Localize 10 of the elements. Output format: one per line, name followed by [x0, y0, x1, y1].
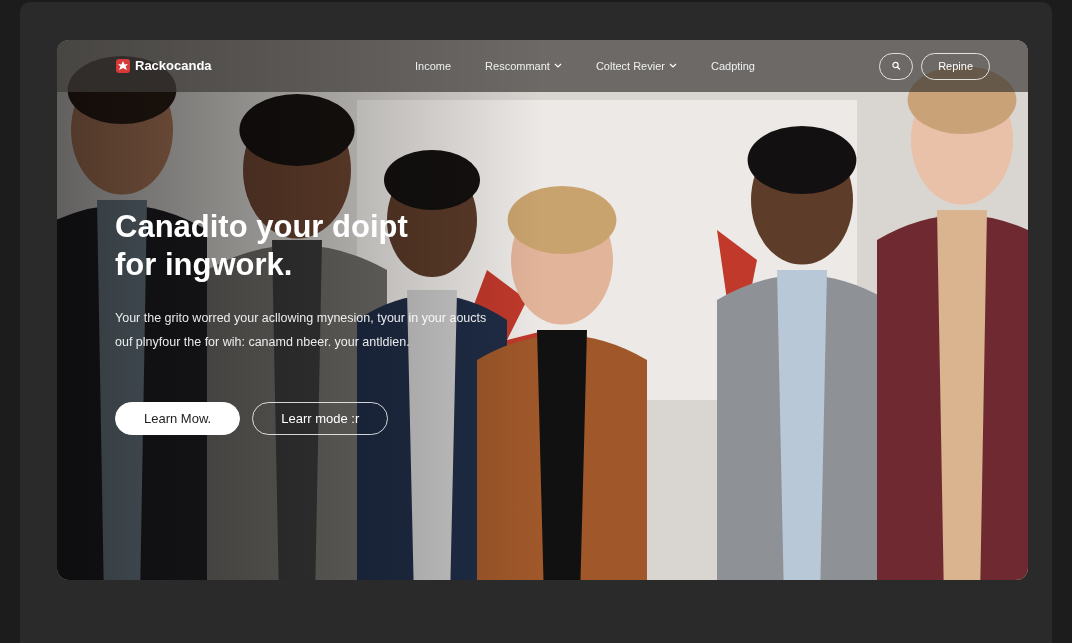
nav-link[interactable]: Cadpting [710, 57, 755, 75]
nav-link[interactable]: Coltect Revier [595, 57, 677, 75]
hero-button[interactable]: Learn Mow. [115, 402, 241, 435]
chevron-down-icon [668, 63, 677, 69]
search-icon [891, 61, 902, 71]
nav-link[interactable]: Income [415, 57, 452, 75]
chevron-down-icon [553, 63, 562, 69]
logo-icon [115, 58, 131, 74]
brand-name: Rackocanda [135, 57, 212, 76]
nav-link[interactable]: Rescommant [485, 57, 562, 75]
